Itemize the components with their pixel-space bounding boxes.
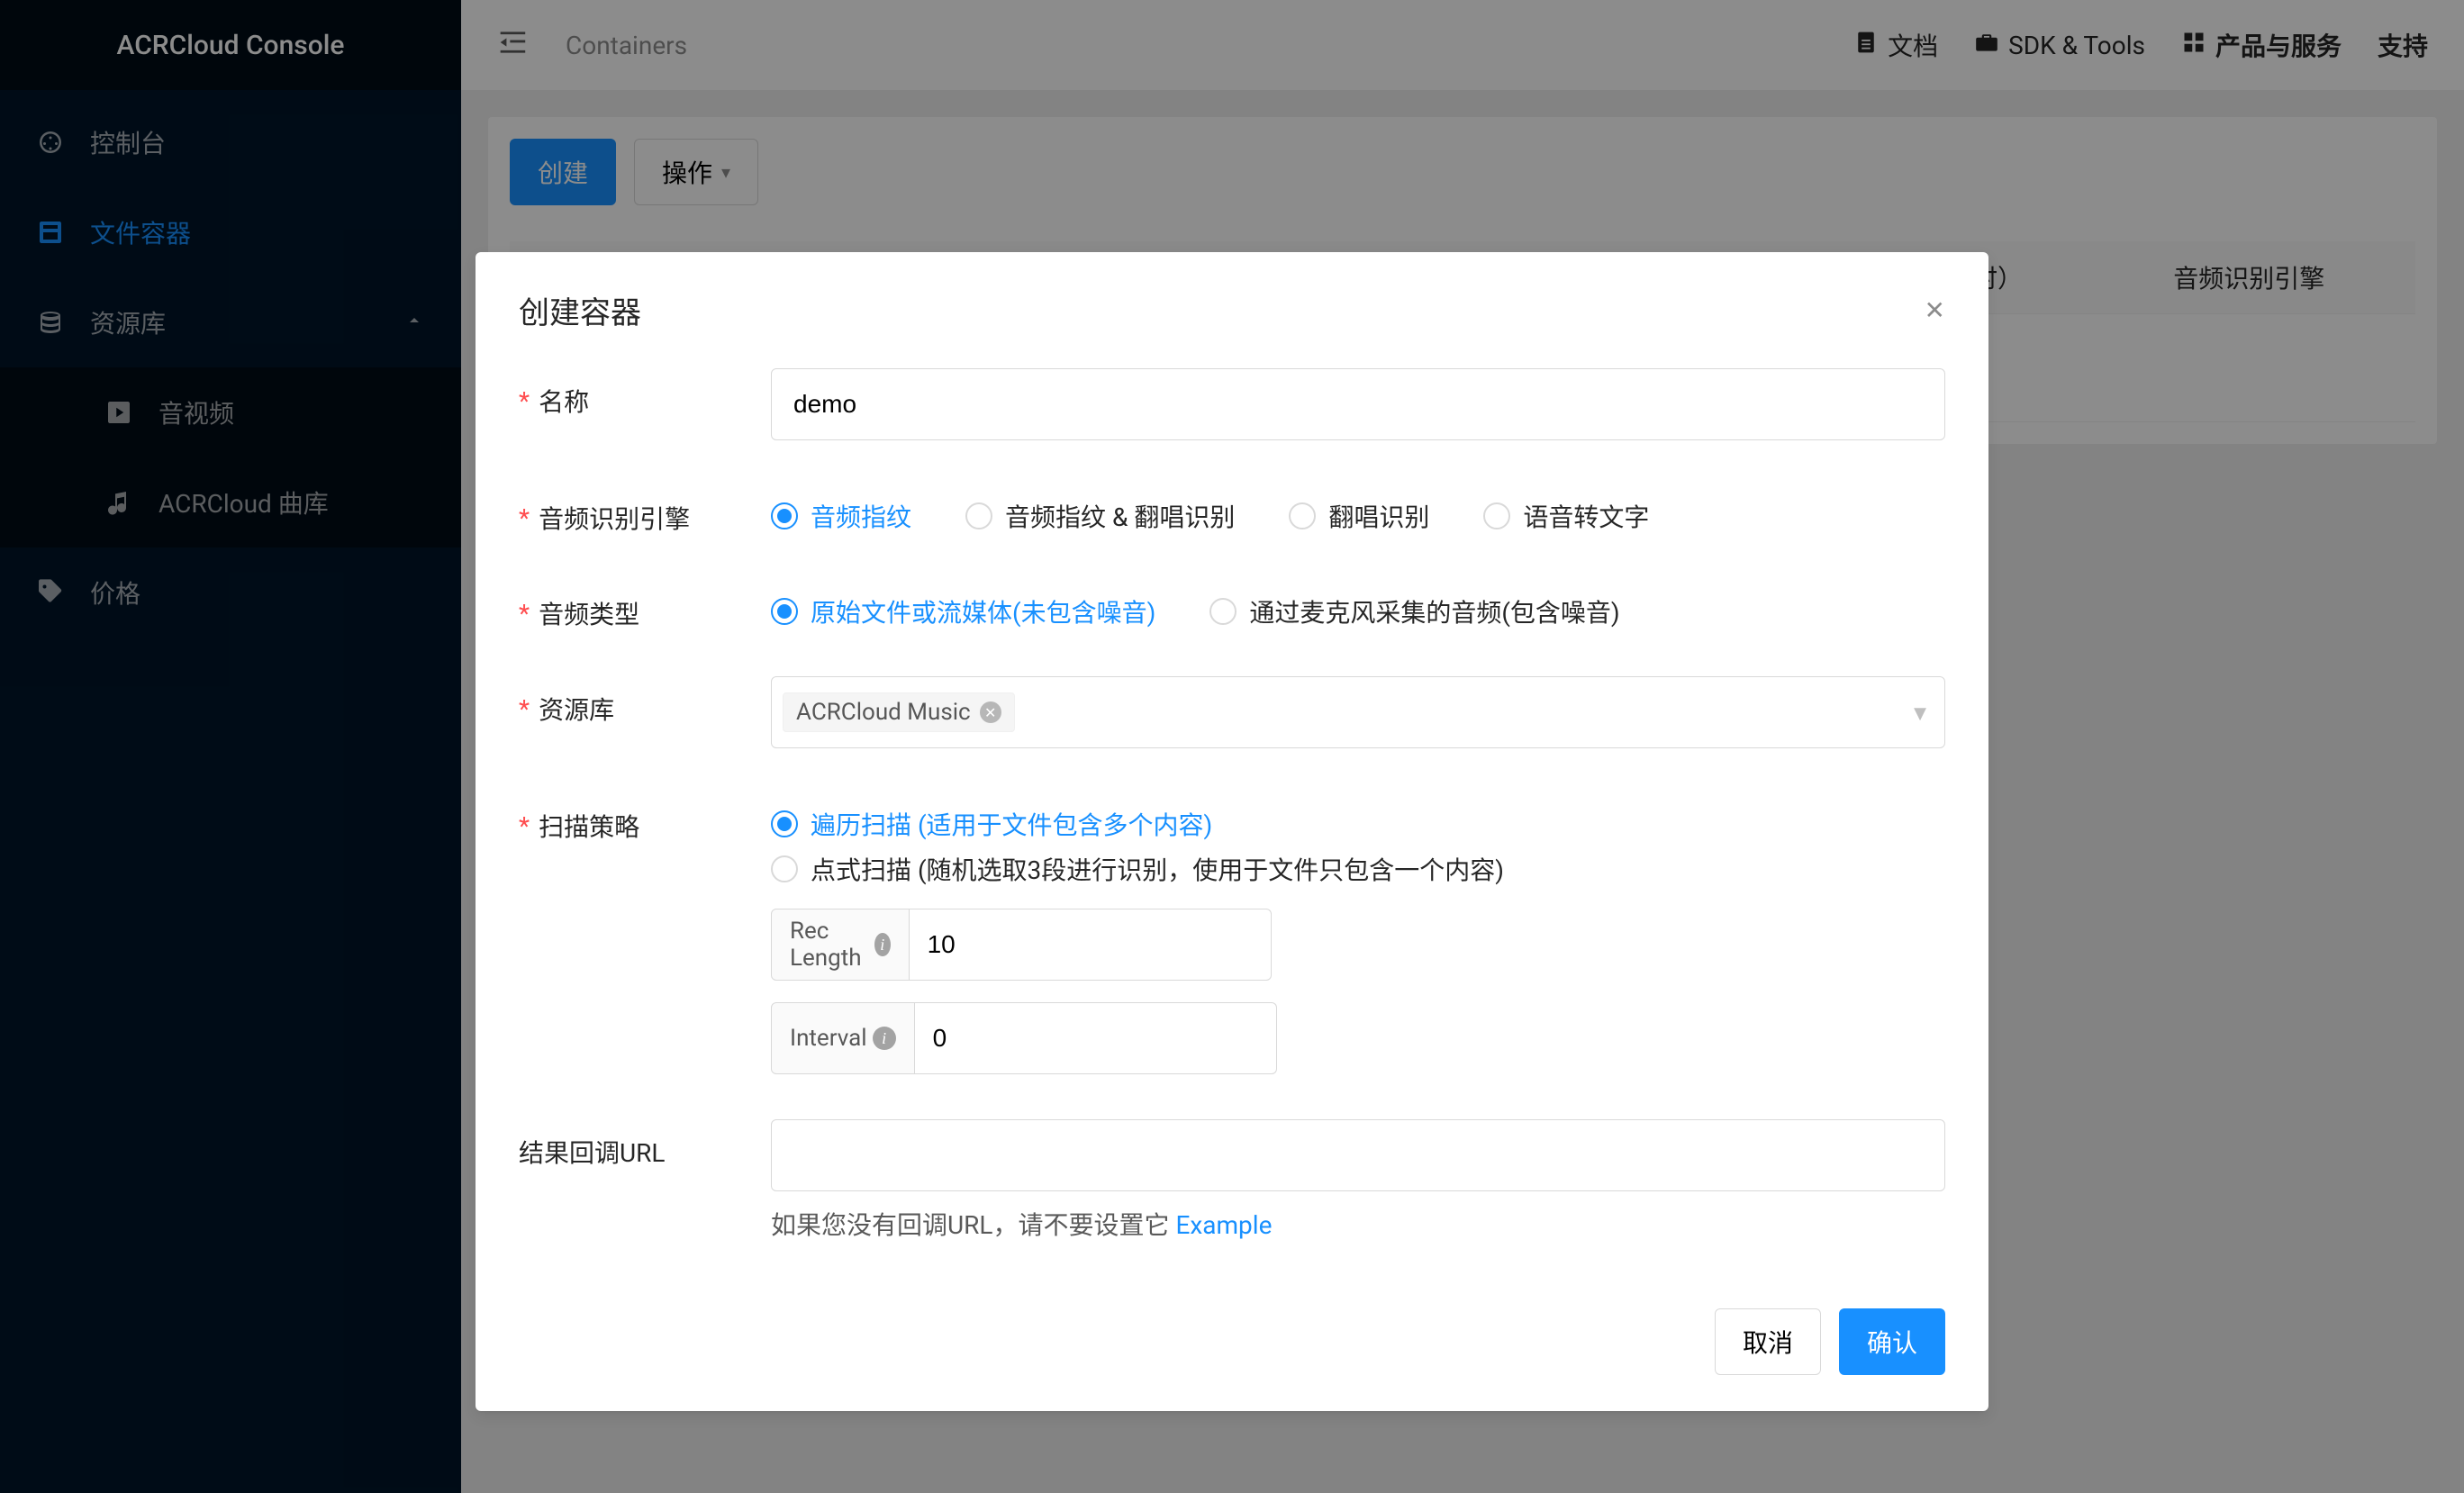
audio-type-radio-group: 原始文件或流媒体(未包含噪音) 通过麦克风采集的音频(包含噪音) — [771, 581, 1945, 629]
chevron-down-icon: ▾ — [1914, 698, 1926, 728]
close-icon[interactable]: ✕ — [1925, 295, 1945, 325]
create-container-modal: 创建容器 ✕ *名称 *音频识别引擎 音频指纹 音频指纹 & 翻唱识别 翻唱识别… — [476, 252, 1988, 1411]
audio-type-option-raw[interactable]: 原始文件或流媒体(未包含噪音) — [771, 593, 1155, 629]
buckets-select[interactable]: ACRCloud Music ✕ ▾ — [771, 676, 1945, 748]
example-link[interactable]: Example — [1175, 1210, 1272, 1240]
interval-addon: Intervali — [771, 1002, 915, 1074]
scan-option-point[interactable]: 点式扫描 (随机选取3段进行识别，使用于文件只包含一个内容) — [771, 851, 1945, 887]
cancel-button[interactable]: 取消 — [1715, 1308, 1821, 1375]
engine-option-cover[interactable]: 翻唱识别 — [1289, 498, 1429, 534]
interval-input[interactable] — [915, 1002, 1277, 1074]
engine-option-fingerprint-cover[interactable]: 音频指纹 & 翻唱识别 — [965, 498, 1235, 534]
callback-url-input[interactable] — [771, 1119, 1945, 1191]
scan-option-traverse[interactable]: 遍历扫描 (适用于文件包含多个内容) — [771, 806, 1945, 842]
name-input[interactable] — [771, 368, 1945, 440]
tag-remove-icon[interactable]: ✕ — [980, 701, 1001, 723]
engine-option-fingerprint[interactable]: 音频指纹 — [771, 498, 911, 534]
audio-type-option-mic[interactable]: 通过麦克风采集的音频(包含噪音) — [1209, 593, 1619, 629]
label-engine: *音频识别引擎 — [519, 485, 771, 536]
callback-hint: 如果您没有回调URL，请不要设置它 Example — [771, 1206, 1945, 1242]
engine-radio-group: 音频指纹 音频指纹 & 翻唱识别 翻唱识别 语音转文字 — [771, 485, 1945, 534]
tag-label: ACRCloud Music — [796, 699, 971, 726]
label-audio-type: *音频类型 — [519, 581, 771, 631]
label-name: *名称 — [519, 368, 771, 419]
modal-title: 创建容器 — [519, 288, 641, 332]
rec-length-input[interactable] — [910, 909, 1272, 981]
label-scan: *扫描策略 — [519, 793, 771, 844]
info-icon[interactable]: i — [873, 1027, 896, 1050]
info-icon[interactable]: i — [874, 933, 891, 956]
ok-button[interactable]: 确认 — [1839, 1308, 1945, 1375]
rec-length-addon: Rec Lengthi — [771, 909, 910, 981]
bucket-tag: ACRCloud Music ✕ — [783, 692, 1015, 732]
scan-radio-group: 遍历扫描 (适用于文件包含多个内容) 点式扫描 (随机选取3段进行识别，使用于文… — [771, 793, 1945, 887]
label-buckets: *资源库 — [519, 676, 771, 727]
engine-option-speech[interactable]: 语音转文字 — [1483, 498, 1649, 534]
label-callback: 结果回调URL — [519, 1119, 771, 1170]
